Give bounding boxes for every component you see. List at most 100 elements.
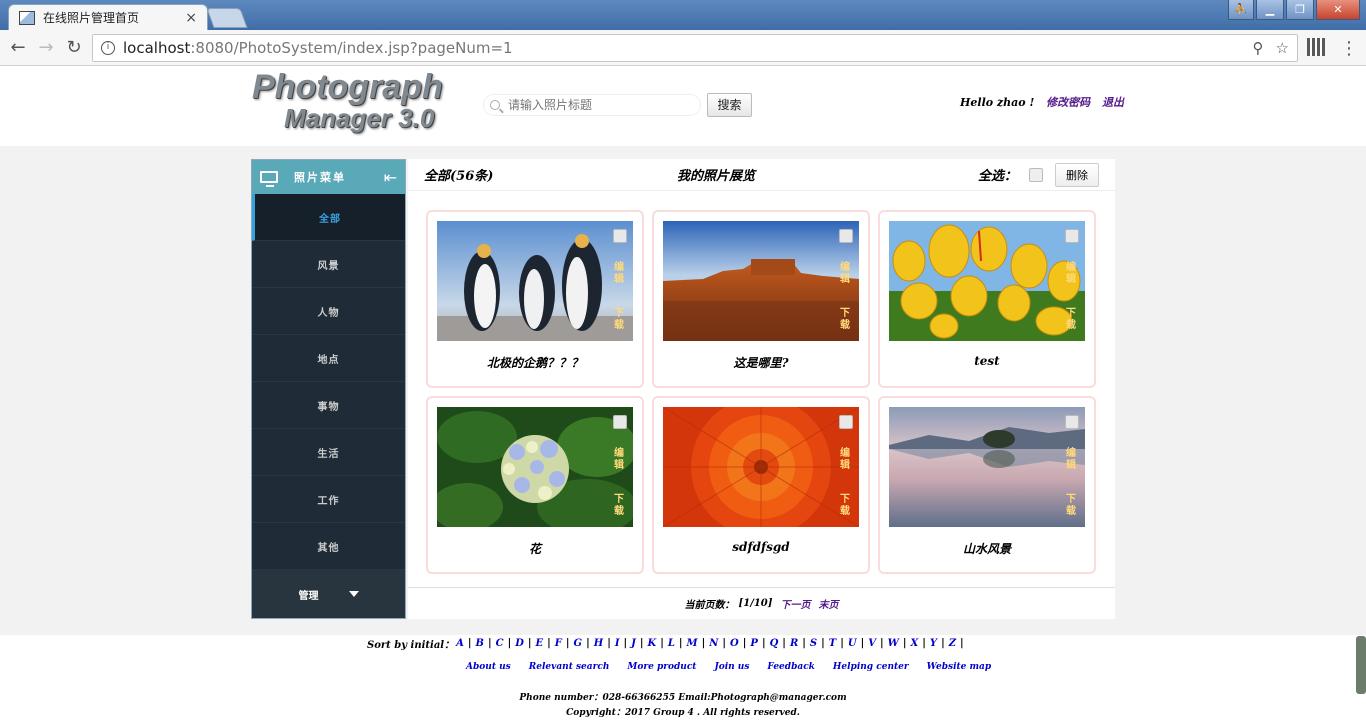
manage-label: 管理 [298,590,319,602]
letter-link-d[interactable]: D [515,638,524,649]
photo-thumbnail[interactable] [663,221,859,341]
letter-link-t[interactable]: T [829,638,836,649]
photo-thumbnail[interactable] [889,221,1085,341]
letter-link-v[interactable]: V [868,638,876,649]
letter-link-j[interactable]: J [631,638,636,649]
close-window-button[interactable]: ✕ [1316,0,1360,20]
delete-button[interactable]: 删除 [1055,162,1099,187]
forward-button[interactable]: → [34,36,58,60]
letter-link-q[interactable]: Q [770,638,779,649]
logout-link[interactable]: 退出 [1102,96,1124,109]
site-info-icon[interactable]: i [101,41,115,55]
monitor-icon [260,171,278,187]
edit-photo-link[interactable]: 编辑 [1066,448,1078,472]
change-password-link[interactable]: 修改密码 [1046,96,1090,109]
download-photo-link[interactable]: 下载 [614,308,626,332]
photo-checkbox[interactable] [1065,415,1079,429]
photo-checkbox[interactable] [839,415,853,429]
letter-link-n[interactable]: N [709,638,718,649]
sidebar-item-other[interactable]: 其他 [252,523,405,570]
about-us-link[interactable]: About us [466,662,511,672]
search-input[interactable] [508,98,688,112]
photo-thumbnail[interactable] [889,407,1085,527]
letter-link-e[interactable]: E [536,638,544,649]
profile-icon[interactable]: ⛹ [1228,0,1254,20]
photo-checkbox[interactable] [613,415,627,429]
edit-photo-link[interactable]: 编辑 [614,262,626,286]
edit-photo-link[interactable]: 编辑 [614,448,626,472]
photo-checkbox[interactable] [613,229,627,243]
maximize-button[interactable]: ❐ [1286,0,1314,20]
zoom-icon[interactable]: ⚲ [1253,39,1264,57]
letter-link-z[interactable]: Z [949,638,956,649]
photo-checkbox[interactable] [1065,229,1079,243]
letter-link-c[interactable]: C [496,638,504,649]
bookmark-star-icon[interactable]: ☆ [1276,39,1289,57]
letter-link-o[interactable]: O [730,638,739,649]
download-photo-link[interactable]: 下载 [1066,308,1078,332]
letter-link-l[interactable]: L [668,638,675,649]
letter-link-i[interactable]: I [615,638,620,649]
download-photo-link[interactable]: 下载 [1066,494,1078,518]
letter-link-r[interactable]: R [790,638,798,649]
last-page-link[interactable]: 末页 [819,596,839,611]
edit-photo-link[interactable]: 编辑 [840,262,852,286]
letter-link-w[interactable]: W [888,638,899,649]
sidebar-title: 照片菜单 [294,171,346,184]
browser-tab[interactable]: 在线照片管理首页 × [8,4,208,30]
sidebar-item-people[interactable]: 人物 [252,288,405,335]
qr-code-icon[interactable] [1307,38,1325,56]
letter-separator: | [547,637,551,649]
sidebar-item-scenery[interactable]: 风景 [252,241,405,288]
letter-link-h[interactable]: H [594,638,603,649]
search-button[interactable]: 搜索 [707,93,752,117]
relevant-search-link[interactable]: Relevant search [529,662,610,672]
site-logo[interactable]: Photograph Manager 3.0 [252,68,452,144]
sidebar-item-things[interactable]: 事物 [252,382,405,429]
sidebar-item-all[interactable]: 全部 [252,194,405,241]
download-photo-link[interactable]: 下载 [614,494,626,518]
edit-photo-link[interactable]: 编辑 [840,448,852,472]
letter-link-y[interactable]: Y [930,638,937,649]
next-page-link[interactable]: 下一页 [781,596,811,611]
back-button[interactable]: ← [6,36,30,60]
download-photo-link[interactable]: 下载 [840,494,852,518]
collapse-menu-icon[interactable]: ⇤ [384,168,397,187]
photo-thumbnail[interactable] [437,221,633,341]
sidebar-manage[interactable]: 管理 [252,570,405,618]
letter-link-g[interactable]: G [574,638,583,649]
feedback-link[interactable]: Feedback [767,662,814,672]
photo-checkbox[interactable] [839,229,853,243]
photo-thumbnail[interactable] [437,407,633,527]
join-us-link[interactable]: Join us [714,662,749,672]
tab-close-icon[interactable]: × [185,10,197,26]
sidebar-item-life[interactable]: 生活 [252,429,405,476]
minimize-button[interactable]: ▁ [1256,0,1284,20]
letter-link-p[interactable]: P [750,638,758,649]
photo-card: 编辑 下载 山水风景 [878,396,1096,574]
website-map-link[interactable]: Website map [927,662,992,672]
address-bar[interactable]: i localhost:8080/PhotoSystem/index.jsp?p… [92,34,1298,62]
letter-link-k[interactable]: K [648,638,657,649]
reload-button[interactable]: ↻ [62,36,86,60]
letter-link-u[interactable]: U [848,638,857,649]
sidebar-item-places[interactable]: 地点 [252,335,405,382]
letter-link-s[interactable]: S [810,638,817,649]
sidebar-item-work[interactable]: 工作 [252,476,405,523]
letter-link-a[interactable]: A [456,638,464,649]
letter-link-m[interactable]: M [687,638,698,649]
letter-link-x[interactable]: X [911,638,919,649]
download-photo-link[interactable]: 下载 [840,308,852,332]
site-footer: Sort by initial： A | B | C | D | E | F | G | H | I | J | K | L… [0,635,1366,723]
helping-center-link[interactable]: Helping center [833,662,909,672]
letter-link-f[interactable]: F [555,638,562,649]
edit-photo-link[interactable]: 编辑 [1066,262,1078,286]
select-all-checkbox[interactable] [1029,167,1043,182]
url-text[interactable]: localhost:8080/PhotoSystem/index.jsp?pag… [123,39,513,57]
photo-thumbnail[interactable] [663,407,859,527]
scrollbar-thumb[interactable] [1356,636,1366,694]
more-product-link[interactable]: More product [627,662,696,672]
browser-menu-icon[interactable]: ⋮ [1340,38,1358,59]
letter-link-b[interactable]: B [476,638,484,649]
new-tab-button[interactable] [206,8,248,28]
